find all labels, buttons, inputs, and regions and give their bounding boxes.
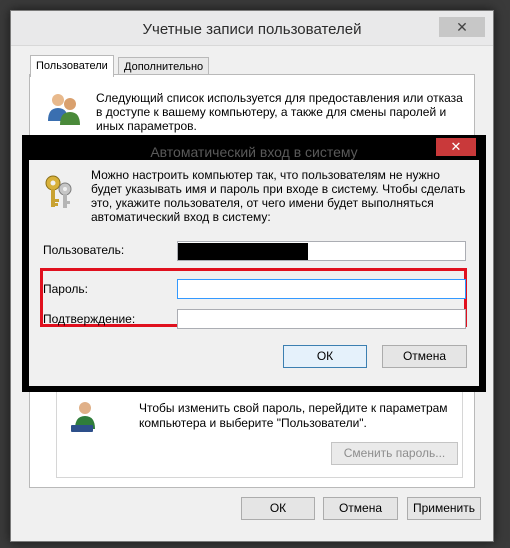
tab-users[interactable]: Пользователи: [30, 55, 114, 77]
change-password-button[interactable]: Сменить пароль...: [331, 442, 458, 465]
password-group-text: Чтобы изменить свой пароль, перейдите к …: [139, 401, 448, 430]
dialog-close-button[interactable]: ✕: [436, 138, 476, 156]
tab-users-label: Пользователи: [36, 60, 108, 72]
outer-titlebar[interactable]: Учетные записи пользователей ✕: [11, 11, 493, 46]
outer-close-button[interactable]: ✕: [439, 17, 485, 37]
cancel-button[interactable]: Отмена: [323, 497, 398, 520]
confirm-field[interactable]: [177, 309, 466, 329]
password-input[interactable]: [178, 280, 465, 298]
confirm-label: Подтверждение:: [43, 312, 136, 326]
confirm-input[interactable]: [178, 310, 465, 328]
dialog-title: Автоматический вход в систему: [150, 144, 358, 160]
keys-icon: [45, 175, 72, 208]
dialog-cancel-button[interactable]: Отмена: [382, 345, 467, 368]
password-group: Чтобы изменить свой пароль, перейдите к …: [56, 390, 463, 478]
auto-logon-dialog: Автоматический вход в систему ✕ Можно на…: [22, 135, 486, 392]
apply-button[interactable]: Применить: [407, 497, 481, 520]
password-label: Пароль:: [43, 282, 88, 296]
dialog-body: Можно настроить компьютер так, что польз…: [29, 160, 479, 386]
redacted-username: [178, 243, 308, 260]
dialog-ok-button[interactable]: ОК: [283, 345, 367, 368]
dialog-description: Можно настроить компьютер так, что польз…: [91, 168, 466, 224]
close-icon: ✕: [450, 139, 462, 154]
users-description: Следующий список используется для предос…: [96, 91, 463, 133]
outer-window-title: Учетные записи пользователей: [142, 21, 362, 38]
ok-button[interactable]: ОК: [241, 497, 315, 520]
password-field[interactable]: [177, 279, 466, 299]
close-icon: ✕: [456, 19, 468, 35]
tab-advanced-label: Дополнительно: [124, 61, 204, 73]
user-label: Пользователь:: [43, 243, 125, 257]
users-icon: [48, 94, 80, 125]
user-keyboard-icon: [71, 402, 95, 432]
user-field[interactable]: [177, 241, 466, 261]
